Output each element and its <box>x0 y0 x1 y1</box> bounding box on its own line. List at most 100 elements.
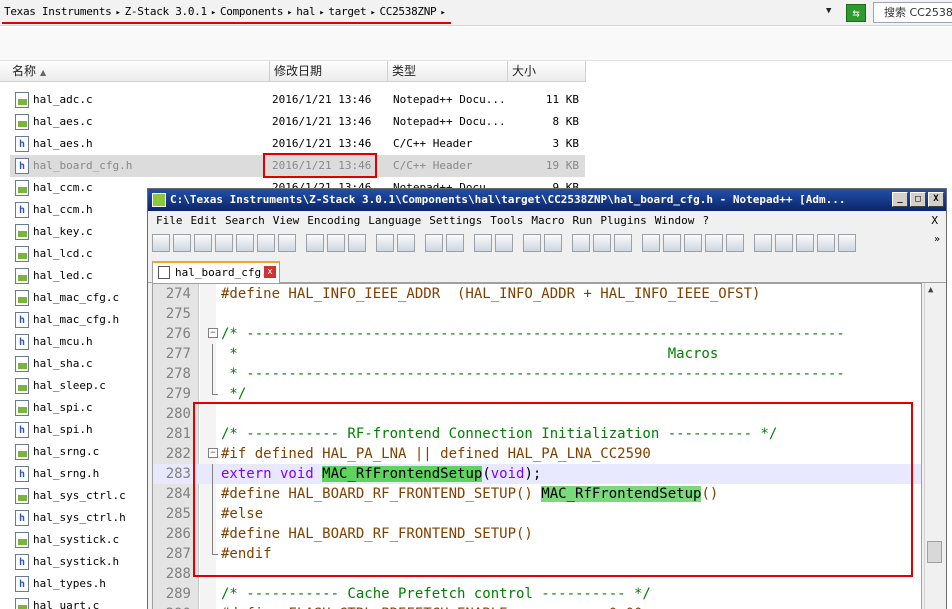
address-bar[interactable]: Texas Instruments ▸ Z-Stack 3.0.1 ▸ Componen… <box>0 0 952 26</box>
record-icon[interactable] <box>754 234 772 252</box>
toolbar-overflow-icon[interactable]: » <box>934 234 940 245</box>
breadcrumb-item[interactable]: Z-Stack 3.0.1 <box>125 5 208 18</box>
header-file-icon <box>15 200 29 222</box>
menu-run[interactable]: Run <box>572 214 592 227</box>
window-title: C:\Texas Instruments\Z-Stack 3.0.1\Compo… <box>170 193 846 206</box>
vertical-scrollbar[interactable]: ▲ <box>924 283 944 609</box>
breadcrumb-item[interactable]: hal <box>296 5 315 18</box>
file-name: hal_types.h <box>33 577 106 590</box>
stop-icon[interactable] <box>775 234 793 252</box>
close-icon[interactable] <box>236 234 254 252</box>
file-size: 11 KB <box>545 93 579 106</box>
column-header-date[interactable]: 修改日期 <box>270 61 388 82</box>
play-multi-icon[interactable] <box>817 234 835 252</box>
file-type: Notepad++ Docu... <box>393 93 506 106</box>
explorer-toolbar <box>0 27 952 61</box>
tab-close-icon[interactable]: x <box>264 266 276 278</box>
file-name: hal_mac_cfg.c <box>33 291 120 304</box>
code-line: 290 #define FLASH_CTRL_PREFETCH_ENABLE 0x… <box>153 604 921 609</box>
indent-guide-icon[interactable] <box>614 234 632 252</box>
file-row[interactable]: hal_adc.c 2016/1/21 13:46 Notepad++ Docu..… <box>10 89 585 111</box>
file-name: hal_aes.c <box>33 115 93 128</box>
all-chars-icon[interactable] <box>593 234 611 252</box>
menu-encoding[interactable]: Encoding <box>307 214 360 227</box>
line-number: 285 <box>165 506 191 522</box>
scrollbar-thumb[interactable] <box>927 541 942 563</box>
menu-search[interactable]: Search <box>225 214 265 227</box>
minimize-button[interactable]: _ <box>892 192 908 207</box>
sync-v-icon[interactable] <box>523 234 541 252</box>
zoom-out-icon[interactable] <box>495 234 513 252</box>
fold-line <box>212 364 213 384</box>
save-all-icon[interactable] <box>215 234 233 252</box>
monitor-icon[interactable] <box>726 234 744 252</box>
maximize-button[interactable]: □ <box>910 192 926 207</box>
menu-edit[interactable]: Edit <box>191 214 218 227</box>
line-number: 279 <box>165 386 191 402</box>
code-line: 289 /* ----------- Cache Prefetch control… <box>153 584 921 604</box>
print-icon[interactable] <box>278 234 296 252</box>
menu-window[interactable]: Window <box>655 214 695 227</box>
file-size: 19 KB <box>545 159 579 172</box>
line-number: 277 <box>165 346 191 362</box>
code-line: 278 * ----------------------------------… <box>153 364 921 384</box>
menu-help[interactable]: ? <box>702 214 709 227</box>
copy-icon[interactable] <box>327 234 345 252</box>
column-header-type[interactable]: 类型 <box>388 61 508 82</box>
chevron-right-icon[interactable]: ▸ <box>440 8 445 18</box>
save-icon[interactable] <box>194 234 212 252</box>
file-name: hal_uart.c <box>33 599 100 609</box>
file-row[interactable]: hal_aes.h 2016/1/21 13:46 C/C++ Header 3 KB <box>10 133 585 156</box>
search-input[interactable]: 搜索 CC2538ZNP <box>873 2 952 23</box>
refresh-go-icon[interactable]: ⇆ <box>846 4 866 22</box>
title-bar[interactable]: C:\Texas Instruments\Z-Stack 3.0.1\Compo… <box>148 189 946 211</box>
breadcrumb-item[interactable]: target <box>328 5 366 18</box>
chevron-right-icon[interactable]: ▸ <box>115 8 120 18</box>
menu-file[interactable]: File <box>156 214 183 227</box>
paste-icon[interactable] <box>348 234 366 252</box>
tab-bar: hal_board_cfg.h x <box>148 259 946 283</box>
undo-icon[interactable] <box>376 234 394 252</box>
chevron-right-icon[interactable]: ▸ <box>370 8 375 18</box>
udl-icon[interactable] <box>642 234 660 252</box>
new-icon[interactable] <box>152 234 170 252</box>
zoom-in-icon[interactable] <box>474 234 492 252</box>
breadcrumb-item[interactable]: Components <box>220 5 284 18</box>
notepad-doc-icon <box>15 444 29 460</box>
file-row[interactable]: hal_aes.c 2016/1/21 13:46 Notepad++ Docu..… <box>10 111 585 133</box>
func-list-icon[interactable] <box>684 234 702 252</box>
doc-map-icon[interactable] <box>663 234 681 252</box>
column-header-name[interactable]: 名称 ▲ <box>0 61 270 82</box>
tab-hal-board-cfg[interactable]: hal_board_cfg.h x <box>152 261 280 283</box>
redo-icon[interactable] <box>397 234 415 252</box>
find-icon[interactable] <box>425 234 443 252</box>
menu-language[interactable]: Language <box>368 214 421 227</box>
menu-view[interactable]: View <box>273 214 300 227</box>
chevron-right-icon[interactable]: ▸ <box>319 8 324 18</box>
cut-icon[interactable] <box>306 234 324 252</box>
scroll-up-icon[interactable]: ▲ <box>928 285 933 295</box>
close-button[interactable]: X <box>928 192 944 207</box>
breadcrumb[interactable]: Texas Instruments ▸ Z-Stack 3.0.1 ▸ Componen… <box>4 5 449 18</box>
breadcrumb-item[interactable]: Texas Instruments <box>4 5 112 18</box>
menu-close-button[interactable]: X <box>931 212 938 230</box>
sync-h-icon[interactable] <box>544 234 562 252</box>
menu-tools[interactable]: Tools <box>490 214 523 227</box>
code-line: 274 #define HAL_INFO_IEEE_ADDR (HAL_INFO_… <box>153 284 921 304</box>
chevron-down-icon[interactable]: ▼ <box>826 6 831 16</box>
folder-icon[interactable] <box>705 234 723 252</box>
play-icon[interactable] <box>796 234 814 252</box>
menu-plugins[interactable]: Plugins <box>600 214 646 227</box>
menu-settings[interactable]: Settings <box>429 214 482 227</box>
save-macro-icon[interactable] <box>838 234 856 252</box>
close-all-icon[interactable] <box>257 234 275 252</box>
fold-toggle-icon[interactable]: − <box>208 328 218 338</box>
chevron-right-icon[interactable]: ▸ <box>287 8 292 18</box>
wrap-icon[interactable] <box>572 234 590 252</box>
chevron-right-icon[interactable]: ▸ <box>211 8 216 18</box>
replace-icon[interactable] <box>446 234 464 252</box>
open-icon[interactable] <box>173 234 191 252</box>
column-header-size[interactable]: 大小 <box>508 61 586 82</box>
menu-macro[interactable]: Macro <box>531 214 564 227</box>
breadcrumb-item[interactable]: CC2538ZNP <box>379 5 436 18</box>
